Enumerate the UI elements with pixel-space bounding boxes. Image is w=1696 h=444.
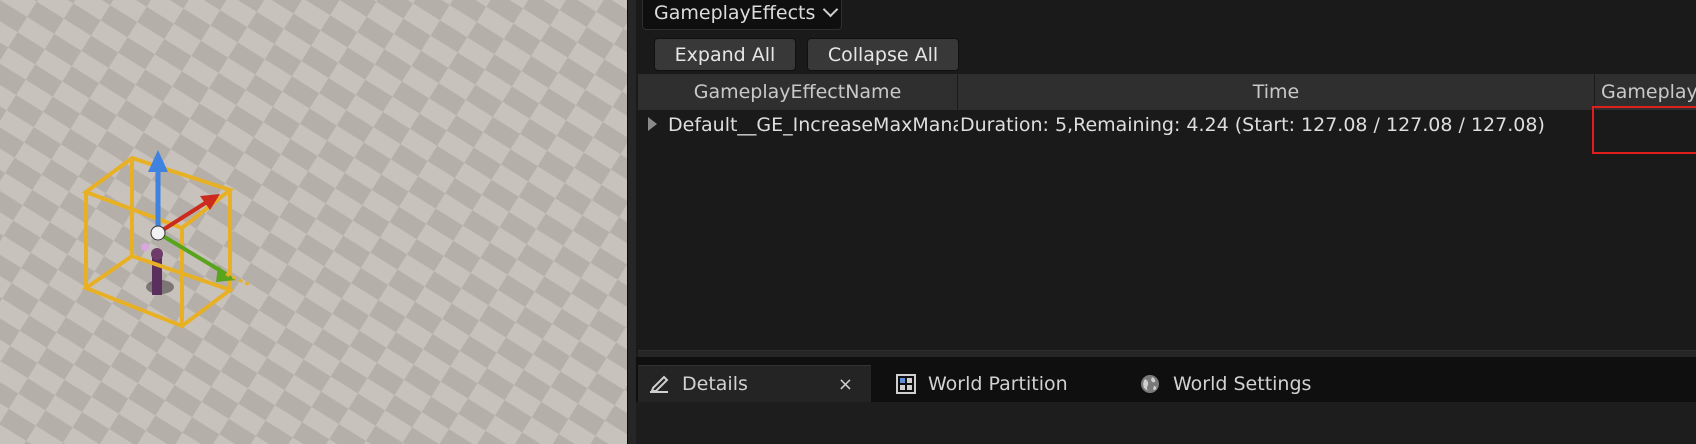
tab-details[interactable]: Details × xyxy=(638,365,871,402)
pencil-icon xyxy=(648,374,670,394)
tab-world-partition[interactable]: World Partition xyxy=(886,365,1068,402)
column-header-time[interactable]: Time xyxy=(958,74,1595,110)
table-header: GameplayEffectName Time GameplayE xyxy=(638,74,1696,111)
expand-arrow-icon[interactable] xyxy=(648,117,657,131)
level-viewport[interactable] xyxy=(0,0,627,444)
expand-all-button[interactable]: Expand All xyxy=(654,38,796,71)
close-icon[interactable]: × xyxy=(838,374,853,395)
tab-world-settings-label: World Settings xyxy=(1173,372,1312,395)
checker-floor xyxy=(0,0,627,444)
details-panel-body xyxy=(636,402,1696,444)
chevron-down-icon xyxy=(823,1,839,18)
bottom-tab-bar: Details × World Partition World Settings xyxy=(636,357,1696,402)
gameplay-debugger-panel: GameplayEffects Expand All Collapse All … xyxy=(636,0,1696,444)
tab-details-label: Details xyxy=(682,373,748,395)
column-header-gameplay-tags[interactable]: GameplayE xyxy=(1595,74,1696,110)
tab-world-partition-label: World Partition xyxy=(928,372,1068,395)
table-row[interactable]: Default__GE_IncreaseMaxMana_C Duration: … xyxy=(638,110,1696,140)
viewport-scene xyxy=(0,0,627,444)
grid-icon xyxy=(896,373,916,394)
tab-world-settings[interactable]: World Settings xyxy=(1129,365,1311,402)
column-header-gameplay-effect-name[interactable]: GameplayEffectName xyxy=(638,74,958,110)
mode-dropdown-label: GameplayEffects xyxy=(654,1,816,24)
mode-dropdown[interactable]: GameplayEffects xyxy=(642,0,842,30)
time-cell: Duration: 5,Remaining: 4.24 (Start: 127.… xyxy=(960,114,1545,136)
globe-icon xyxy=(1139,373,1161,395)
collapse-all-button[interactable]: Collapse All xyxy=(807,38,959,71)
effect-name-cell: Default__GE_IncreaseMaxMana_C xyxy=(668,114,958,136)
table-body: Default__GE_IncreaseMaxMana_C Duration: … xyxy=(638,110,1696,350)
annotation-highlight-box xyxy=(1592,106,1696,154)
